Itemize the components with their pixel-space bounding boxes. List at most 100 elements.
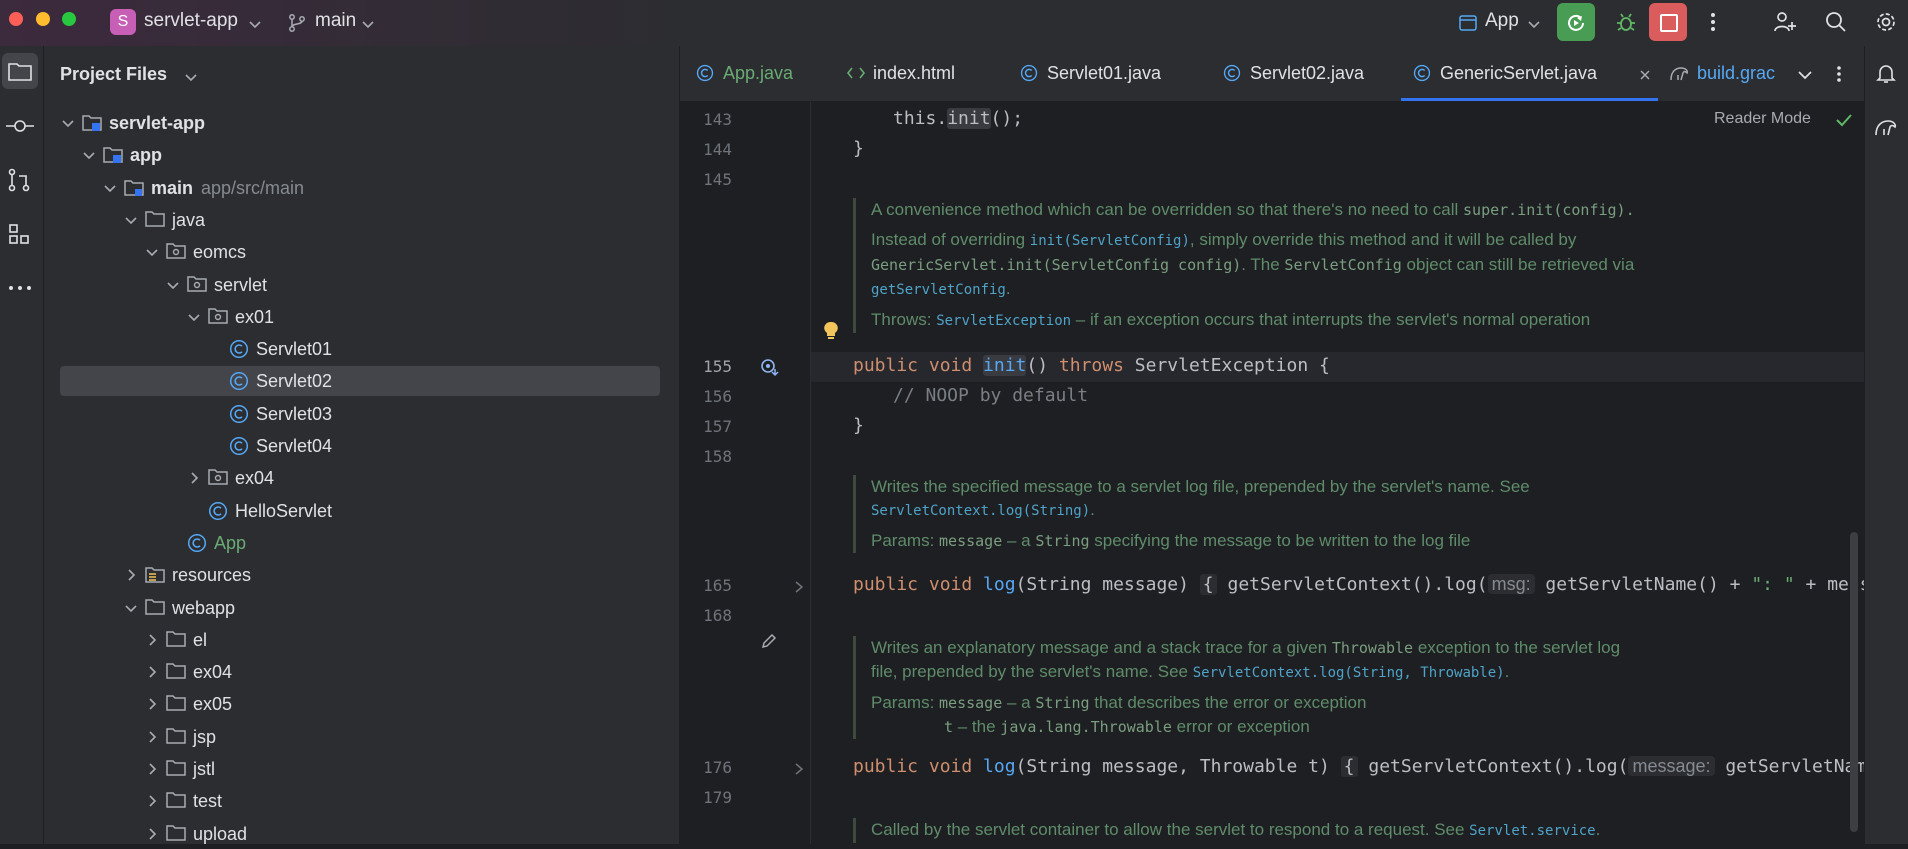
branch-switcher[interactable]: main	[285, 5, 385, 41]
search-everywhere-button[interactable]	[1822, 4, 1852, 40]
folder-icon	[8, 63, 32, 81]
folder-icon	[166, 759, 186, 779]
chevron-right-icon[interactable]	[144, 664, 160, 680]
checkmark-icon[interactable]	[1835, 112, 1853, 128]
gradle-tool-button[interactable]	[1869, 110, 1903, 144]
tree-item[interactable]: jsp	[60, 722, 660, 752]
chevron-down-icon[interactable]	[60, 115, 76, 131]
chevron-right-icon[interactable]	[144, 729, 160, 745]
tab-list-dropdown-button[interactable]	[1792, 60, 1818, 88]
doc-link[interactable]: getServletConfig	[871, 282, 1006, 298]
chevron-right-icon[interactable]	[186, 470, 202, 486]
tree-item[interactable]: eomcs	[60, 237, 660, 267]
tree-item[interactable]: webapp	[60, 593, 660, 623]
editor-more-button[interactable]	[1828, 60, 1850, 88]
code-editor[interactable]: 143 144 145 155 156 157 158 165 168 176 …	[680, 102, 1865, 844]
tree-item[interactable]: Servlet04	[60, 431, 660, 461]
doc-link[interactable]: ServletException	[936, 313, 1071, 329]
project-tool-button[interactable]	[2, 53, 38, 89]
tree-item[interactable]: Servlet01	[60, 334, 660, 364]
editor-tab[interactable]: App.java	[696, 46, 836, 101]
chevron-down-icon[interactable]	[144, 244, 160, 260]
doc-link[interactable]: init(ServletConfig)	[1030, 233, 1190, 249]
folded-region[interactable]: {	[1340, 756, 1358, 777]
chevron-down-icon[interactable]	[165, 277, 181, 293]
chevron-right-icon[interactable]	[144, 761, 160, 777]
doc-code: GenericServlet.init(ServletConfig config…	[871, 256, 1242, 274]
chevron-right-icon[interactable]	[144, 632, 160, 648]
more-tool-windows-button[interactable]	[2, 270, 38, 306]
fold-chevron-icon[interactable]	[793, 762, 805, 776]
chevron-down-icon[interactable]	[123, 212, 139, 228]
tree-item[interactable]: Servlet02	[60, 366, 660, 397]
tree-item[interactable]: test	[60, 786, 660, 816]
tree-item[interactable]: jstl	[60, 754, 660, 784]
editor-tab[interactable]: Servlet02.java	[1223, 46, 1405, 101]
tree-item[interactable]: HelloServlet	[60, 496, 660, 526]
settings-button[interactable]	[1872, 4, 1902, 40]
editor-tab[interactable]: GenericServlet.java	[1401, 46, 1658, 101]
chevron-right-icon[interactable]	[144, 826, 160, 842]
minimize-window-button[interactable]	[36, 12, 50, 26]
folded-region[interactable]: {	[1199, 574, 1217, 595]
chevron-right-icon[interactable]	[144, 696, 160, 712]
chevron-down-icon[interactable]	[123, 600, 139, 616]
doc-link[interactable]: ServletContext.log(String, Throwable)	[1193, 665, 1505, 681]
tree-item[interactable]: ex04	[60, 657, 660, 687]
pull-requests-tool-button[interactable]	[2, 162, 38, 198]
project-badge: S	[110, 9, 136, 35]
chevron-down-icon[interactable]	[186, 309, 202, 325]
maximize-window-button[interactable]	[62, 12, 76, 26]
tree-item[interactable]: ex05	[60, 689, 660, 719]
module-icon	[82, 113, 102, 133]
project-view-selector[interactable]: Project Files	[60, 62, 220, 90]
pencil-icon[interactable]	[760, 632, 778, 650]
doc-link[interactable]: Servlet.service	[1469, 823, 1595, 839]
structure-tool-button[interactable]	[2, 216, 38, 252]
chevron-right-icon[interactable]	[123, 567, 139, 583]
reader-mode-toggle[interactable]: Reader Mode	[1710, 108, 1820, 132]
chevron-right-icon[interactable]	[144, 793, 160, 809]
editor-tab[interactable]: index.html	[846, 46, 1011, 101]
close-tab-icon[interactable]	[1638, 66, 1652, 80]
fold-chevron-icon[interactable]	[793, 580, 805, 594]
lightbulb-icon[interactable]	[823, 321, 839, 341]
add-user-button[interactable]	[1770, 4, 1800, 40]
structure-icon	[9, 224, 29, 244]
run-config-selector[interactable]: App	[1455, 5, 1545, 41]
tree-item[interactable]: java	[60, 205, 660, 235]
doc-text: file, prepended by the servlet's name. S…	[871, 662, 1193, 681]
tree-item[interactable]: el	[60, 625, 660, 655]
tree-item[interactable]: resources	[60, 560, 660, 590]
stop-button[interactable]	[1649, 3, 1687, 41]
doc-link[interactable]: ServletContext.log(String)	[871, 503, 1090, 519]
tree-item[interactable]: servlet-app	[60, 108, 660, 138]
tree-item-label: jsp	[193, 726, 217, 747]
tree-item-label: servlet	[214, 274, 268, 295]
rerun-button[interactable]	[1557, 3, 1595, 41]
tree-item[interactable]: App	[60, 528, 660, 558]
overriding-method-icon[interactable]	[760, 358, 780, 378]
project-switcher[interactable]: S servlet-app	[108, 5, 268, 41]
editor-scrollbar[interactable]	[1850, 532, 1858, 832]
editor-tab[interactable]: build.grac	[1670, 46, 1780, 101]
commit-tool-button[interactable]	[2, 108, 38, 144]
tree-item[interactable]: upload	[60, 819, 660, 849]
tree-item[interactable]: app	[60, 140, 660, 170]
more-actions-button[interactable]	[1700, 3, 1728, 41]
tree-item[interactable]: main app/src/main	[60, 173, 660, 203]
tree-item[interactable]: ex04	[60, 463, 660, 493]
tree-item[interactable]: ex01	[60, 302, 660, 332]
tree-item[interactable]: servlet	[60, 270, 660, 300]
editor-tab-label: Servlet01.java	[1047, 63, 1162, 83]
chevron-down-icon[interactable]	[102, 180, 118, 196]
chevron-down-icon[interactable]	[81, 147, 97, 163]
project-panel-title: Project Files	[60, 64, 168, 84]
git-branch-icon	[289, 14, 305, 32]
close-window-button[interactable]	[9, 12, 23, 26]
debug-button[interactable]	[1606, 3, 1644, 41]
code-line: this.init();	[893, 108, 1023, 129]
editor-tab[interactable]: Servlet01.java	[1020, 46, 1215, 101]
notifications-tool-button[interactable]	[1869, 56, 1903, 90]
tree-item[interactable]: Servlet03	[60, 399, 660, 429]
